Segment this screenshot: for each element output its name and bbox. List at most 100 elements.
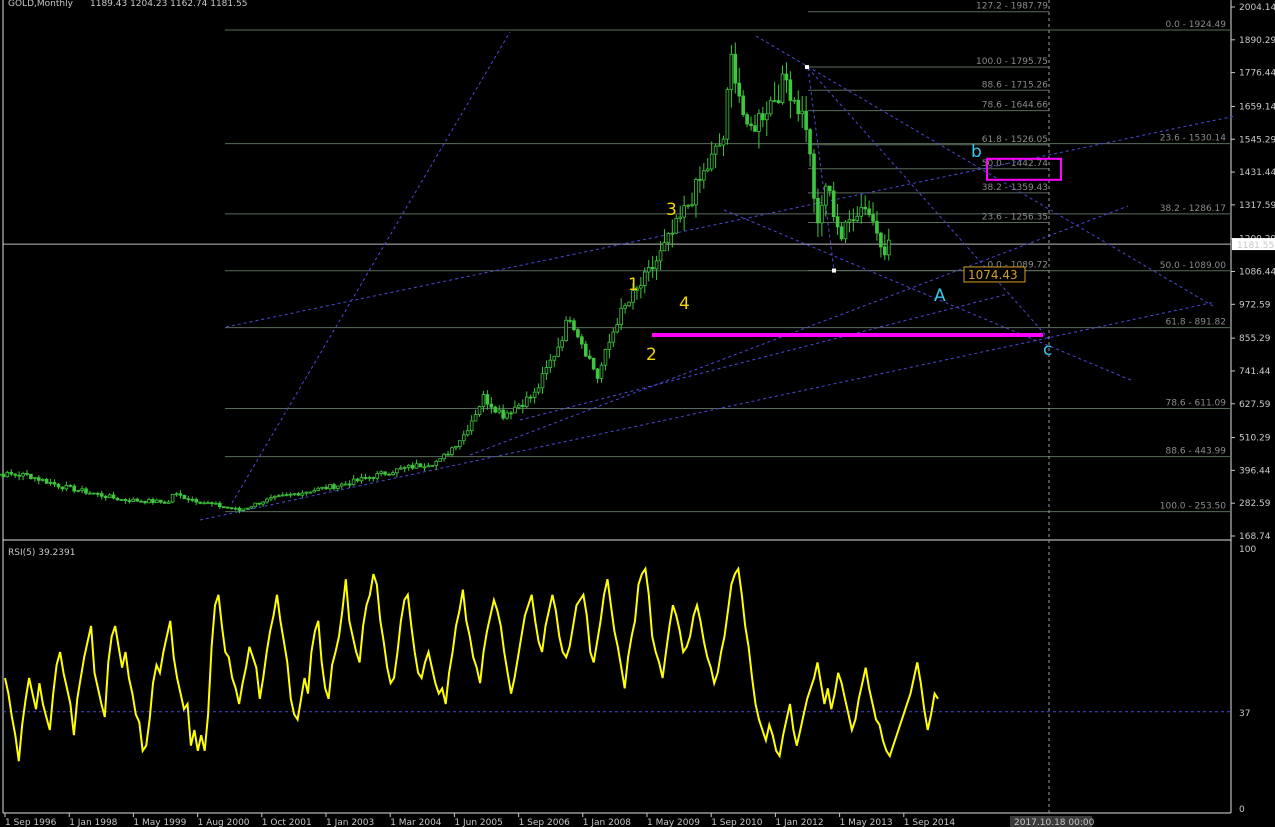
candle-body [666, 233, 671, 243]
time-tick-label: 1 Oct 2001 [262, 818, 312, 827]
price-candles [0, 42, 891, 514]
candle-body [528, 396, 533, 399]
time-tick-label: 1 Sep 2010 [711, 818, 763, 827]
candle-body [72, 485, 77, 492]
fib2-level-label: 38.2 - 1359.43 [982, 183, 1048, 193]
candle-body [399, 467, 403, 470]
wave-label-2: 2 [646, 345, 657, 365]
candle-body [123, 499, 128, 501]
candle-body [245, 507, 250, 510]
candle-body [170, 493, 175, 503]
candle-body [379, 471, 383, 474]
price-tick-label: 168.74 [1239, 532, 1271, 542]
candle-body [202, 502, 206, 505]
candle-body [843, 221, 848, 240]
candle-body [280, 494, 285, 497]
candle-body [44, 478, 49, 484]
candle-body [721, 138, 726, 146]
wave-label-1: 1 [628, 275, 639, 295]
candle-body [611, 331, 616, 343]
candle-body [178, 493, 183, 496]
candle-body [426, 465, 431, 468]
time-tick-label: 1 Jan 2012 [775, 818, 823, 827]
candle-body [143, 501, 147, 504]
fib-level-label: 50.0 - 1089.00 [1160, 261, 1226, 271]
wave-label-3: 3 [666, 200, 677, 220]
candle-body [713, 145, 718, 155]
fib2-level-label: 100.0 - 1795.75 [976, 57, 1048, 67]
wave-label-b: b [971, 142, 982, 162]
candle-body [174, 493, 179, 496]
candle-body [623, 305, 627, 309]
candle-body [682, 205, 686, 218]
price-tick-label: 1890.29 [1239, 36, 1275, 46]
candle-body [37, 477, 41, 481]
candle-body [68, 484, 73, 487]
candle-body [591, 357, 596, 370]
candle-body [249, 506, 254, 509]
candle-body [501, 409, 505, 419]
candle-body [206, 502, 210, 505]
candle-body [257, 502, 261, 505]
fib-level-label: 38.2 - 1286.17 [1160, 204, 1226, 214]
candle-body [237, 507, 242, 511]
candle-body [229, 507, 234, 510]
candle-body [186, 498, 191, 501]
candle-body [131, 498, 136, 502]
candle-body [312, 490, 317, 493]
candle-body [839, 226, 844, 240]
candle-body [694, 179, 698, 206]
time-tick-label: 1 Jun 2005 [454, 818, 502, 827]
candle-body [284, 494, 289, 496]
price-tick-label: 1317.59 [1239, 201, 1275, 211]
wave-label-4: 4 [679, 294, 690, 314]
candle-body [827, 185, 832, 192]
candle-body [308, 491, 313, 494]
candle-body [564, 319, 568, 341]
candle-body [709, 153, 714, 170]
candle-body [587, 355, 592, 359]
candle-body [1, 473, 6, 478]
candle-body [339, 483, 344, 487]
candle-body [166, 501, 171, 504]
candle-body [395, 468, 399, 474]
candle-body [642, 271, 647, 286]
candle-body [0, 473, 2, 476]
candle-body [115, 497, 120, 501]
chart-window[interactable]: 0.0 - 1924.49 23.6 - 1530.14 38.2 - 1286.1… [0, 0, 1275, 827]
price-tick-label: 741.44 [1239, 367, 1271, 377]
fib-level-label: 88.6 - 443.99 [1166, 447, 1227, 457]
fib-level-label: 23.6 - 1530.14 [1160, 134, 1226, 144]
candle-body [375, 473, 380, 479]
trend-line [755, 35, 1214, 307]
candle-body [757, 113, 761, 132]
candle-body [477, 406, 482, 416]
candle-body [292, 493, 297, 496]
candle-body [702, 170, 706, 181]
candle-body [139, 500, 143, 503]
candle-body [816, 197, 820, 224]
candle-body [25, 473, 29, 475]
candle-body [347, 483, 352, 486]
candle-body [13, 473, 17, 476]
candle-body [729, 53, 734, 91]
candle-body [824, 185, 828, 206]
price-tick-label: 1431.44 [1239, 168, 1275, 178]
candle-body [414, 463, 419, 469]
fib-level-label: 100.0 - 253.50 [1160, 502, 1226, 512]
candle-body [875, 220, 879, 234]
candle-body [158, 499, 163, 503]
candle-body [552, 355, 557, 361]
candle-body [221, 506, 226, 509]
candle-body [524, 396, 529, 407]
candle-body [595, 368, 600, 379]
candle-body [820, 204, 824, 224]
candle-body [627, 301, 631, 307]
candle-body [674, 218, 679, 234]
candle-body [796, 99, 801, 115]
fib-level-label: 78.6 - 611.09 [1166, 399, 1227, 409]
candle-body [438, 458, 442, 462]
candle-body [461, 434, 466, 442]
candle-body [155, 499, 159, 504]
rsi-axis-label: 0 [1239, 805, 1245, 815]
